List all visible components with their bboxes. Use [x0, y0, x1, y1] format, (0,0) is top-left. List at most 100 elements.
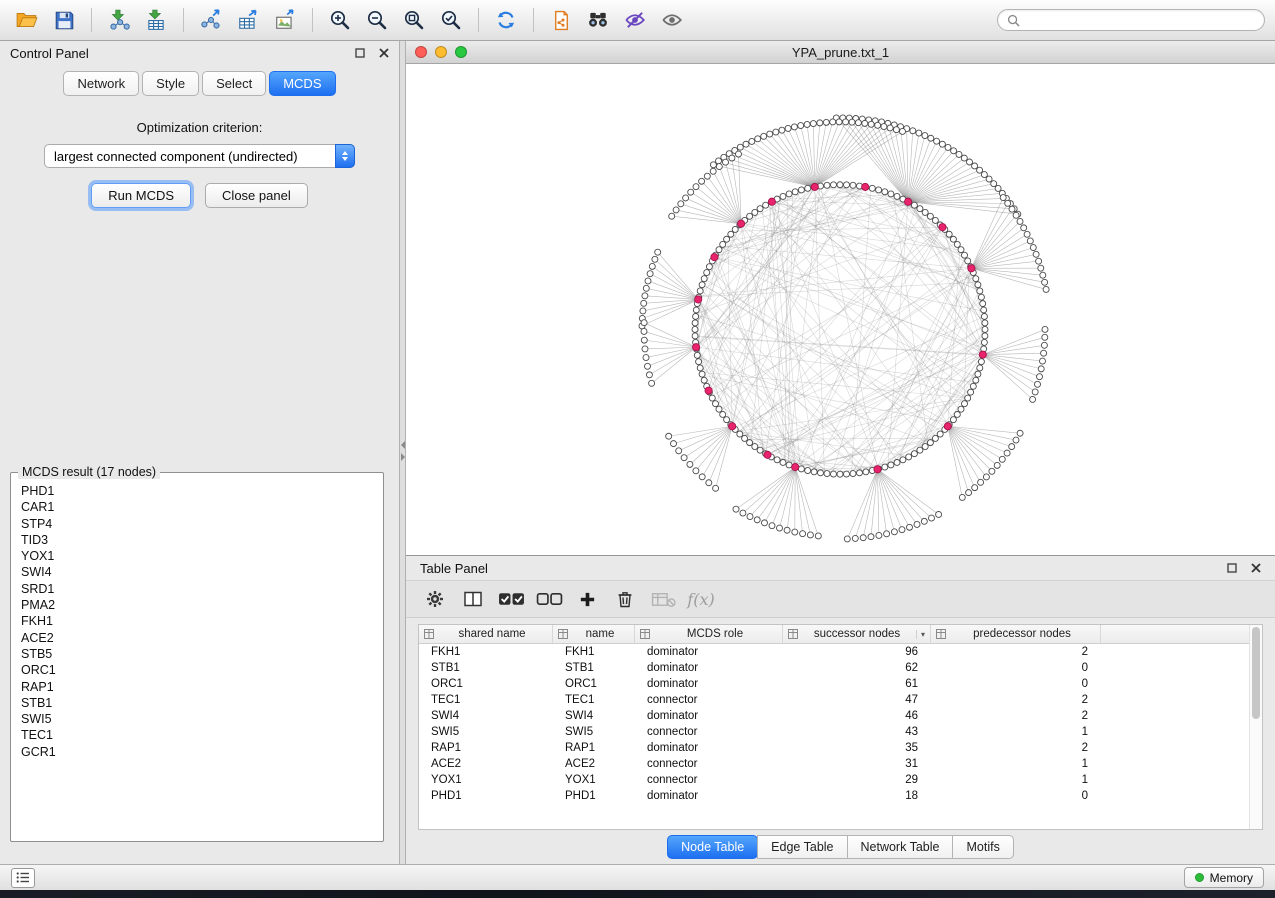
mcds-result-item[interactable]: STB1 [21, 695, 373, 711]
table-row[interactable]: FKH1FKH1dominator962 [419, 644, 1262, 660]
column-header-shared_name[interactable]: shared name [419, 625, 553, 643]
sort-dropdown-icon[interactable]: ▾ [916, 630, 925, 639]
maximize-window-button[interactable] [455, 46, 467, 58]
table-row[interactable]: TEC1TEC1connector472 [419, 692, 1262, 708]
float-panel-button[interactable] [355, 48, 365, 58]
mcds-result-item[interactable]: YOX1 [21, 548, 373, 564]
table-row[interactable]: SWI4SWI4dominator462 [419, 708, 1262, 724]
export-network-button[interactable] [194, 4, 228, 36]
mcds-result-item[interactable]: PHD1 [21, 483, 373, 499]
import-network-button[interactable] [102, 4, 136, 36]
toolbar-separator [312, 8, 313, 32]
zoom-fit-button[interactable] [397, 4, 431, 36]
show-all-button[interactable] [655, 4, 689, 36]
tab-network[interactable]: Network [63, 71, 139, 96]
mcds-result-item[interactable]: STP4 [21, 516, 373, 532]
mcds-result-item[interactable]: ORC1 [21, 662, 373, 678]
column-header-mcds_role[interactable]: MCDS role [635, 625, 783, 643]
save-session-button[interactable] [47, 4, 81, 36]
mcds-result-item[interactable]: SWI4 [21, 564, 373, 580]
close-table-panel-button[interactable] [1251, 563, 1261, 573]
column-header-successor_nodes[interactable]: successor nodes▾ [783, 625, 931, 643]
apply-function-button[interactable]: f(x) [686, 585, 716, 613]
delete-table-button[interactable] [648, 585, 678, 613]
refresh-view-button[interactable] [489, 4, 523, 36]
mcds-result-item[interactable]: FKH1 [21, 613, 373, 629]
table-row[interactable]: ACE2ACE2connector311 [419, 756, 1262, 772]
network-window-titlebar[interactable]: YPA_prune.txt_1 [406, 41, 1275, 64]
splitter-toggle-icon[interactable] [400, 441, 405, 461]
open-session-button[interactable] [10, 4, 44, 36]
criterion-select[interactable]: largest connected component (undirected) [44, 144, 355, 168]
tab-edge-table[interactable]: Edge Table [757, 835, 847, 859]
control-panel: Control Panel NetworkStyleSelectMCDS Opt… [0, 41, 400, 864]
close-panel-action-button[interactable]: Close panel [205, 183, 308, 208]
toolbar-separator [183, 8, 184, 32]
duplicate-network-button[interactable] [544, 4, 578, 36]
network-canvas[interactable] [406, 64, 1275, 555]
table-toolbar: f(x) [406, 580, 1275, 618]
zoom-in-button[interactable] [323, 4, 357, 36]
run-mcds-button[interactable]: Run MCDS [91, 183, 191, 208]
mcds-result-item[interactable]: GCR1 [21, 744, 373, 760]
mcds-result-item[interactable]: PMA2 [21, 597, 373, 613]
memory-button[interactable]: Memory [1184, 867, 1264, 888]
delete-rows-button[interactable] [610, 585, 640, 613]
zoom-selected-button[interactable] [434, 4, 468, 36]
mcds-result-item[interactable]: SWI5 [21, 711, 373, 727]
close-icon [1251, 563, 1261, 573]
table-settings-button[interactable] [420, 585, 450, 613]
column-header-predecessor_nodes[interactable]: predecessor nodes [931, 625, 1101, 643]
mcds-result-item[interactable]: TEC1 [21, 727, 373, 743]
float-table-panel-button[interactable] [1227, 563, 1237, 573]
first-neighbors-button[interactable] [581, 4, 615, 36]
tab-select[interactable]: Select [202, 71, 266, 96]
mcds-result-item[interactable]: TID3 [21, 532, 373, 548]
mcds-result-item[interactable]: RAP1 [21, 679, 373, 695]
hide-selected-button[interactable] [618, 4, 652, 36]
mcds-result-item[interactable]: CAR1 [21, 499, 373, 515]
table-row[interactable]: YOX1YOX1connector291 [419, 772, 1262, 788]
mcds-result-item[interactable]: STB5 [21, 646, 373, 662]
mcds-result-item[interactable]: ACE2 [21, 630, 373, 646]
table-row[interactable]: STB1STB1dominator620 [419, 660, 1262, 676]
table-cell-shared_name: STB1 [419, 662, 553, 674]
table-row[interactable]: SWI5SWI5connector431 [419, 724, 1262, 740]
export-image-button[interactable] [268, 4, 302, 36]
table-row[interactable]: PHD1PHD1dominator180 [419, 788, 1262, 804]
tab-style[interactable]: Style [142, 71, 199, 96]
zoom-out-button[interactable] [360, 4, 394, 36]
import-network-icon [108, 9, 130, 31]
mcds-result-title: MCDS result (17 nodes) [18, 465, 160, 479]
add-row-button[interactable] [572, 585, 602, 613]
select-all-rows-button[interactable] [496, 585, 526, 613]
task-history-button[interactable] [11, 868, 35, 888]
tab-network-table[interactable]: Network Table [847, 835, 954, 859]
mcds-result-item[interactable]: SRD1 [21, 581, 373, 597]
column-attr-icon [424, 629, 434, 639]
tab-node-table[interactable]: Node Table [667, 835, 758, 859]
import-table-button[interactable] [139, 4, 173, 36]
table-scrollbar[interactable] [1249, 625, 1262, 829]
tab-mcds[interactable]: MCDS [269, 71, 335, 96]
search-input[interactable] [1026, 13, 1255, 27]
table-cell-mcds_role: dominator [635, 742, 783, 754]
table-scrollbar-thumb[interactable] [1252, 627, 1260, 719]
trash-icon [615, 589, 635, 609]
table-cell-shared_name: PHD1 [419, 790, 553, 802]
search-icon [1007, 14, 1020, 27]
table-cell-mcds_role: dominator [635, 790, 783, 802]
table-cell-predecessor_nodes: 0 [931, 678, 1101, 690]
column-chooser-button[interactable] [458, 585, 488, 613]
column-header-name[interactable]: name [553, 625, 635, 643]
table-cell-predecessor_nodes: 0 [931, 790, 1101, 802]
close-panel-button[interactable] [379, 48, 389, 58]
tab-motifs[interactable]: Motifs [952, 835, 1013, 859]
table-row[interactable]: ORC1ORC1dominator610 [419, 676, 1262, 692]
close-window-button[interactable] [415, 46, 427, 58]
minimize-window-button[interactable] [435, 46, 447, 58]
deselect-all-rows-button[interactable] [534, 585, 564, 613]
export-table-button[interactable] [231, 4, 265, 36]
table-row[interactable]: RAP1RAP1dominator352 [419, 740, 1262, 756]
table-cell-successor_nodes: 61 [783, 678, 931, 690]
